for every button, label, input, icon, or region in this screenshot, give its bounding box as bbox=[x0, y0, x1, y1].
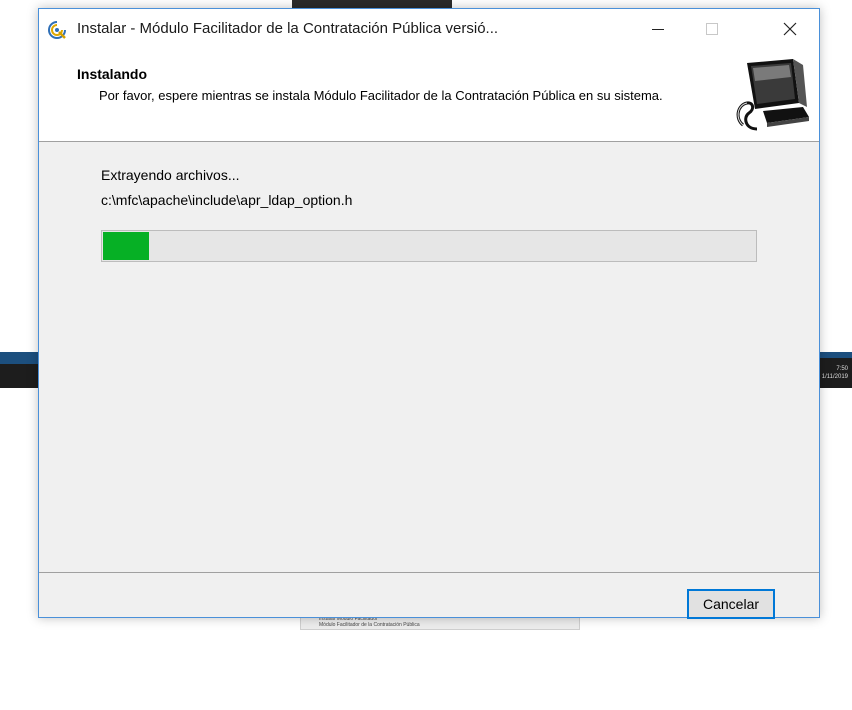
minimize-button[interactable] bbox=[635, 9, 681, 49]
page-description: Por favor, espere mientras se instala Mó… bbox=[99, 88, 663, 103]
cancel-button[interactable]: Cancelar bbox=[687, 589, 775, 619]
page-title: Instalando bbox=[77, 66, 148, 82]
close-icon bbox=[783, 22, 797, 36]
status-label: Extrayendo archivos... bbox=[101, 167, 240, 183]
installer-window: Instalar - Módulo Facilitador de la Cont… bbox=[38, 8, 820, 619]
current-file-path: c:\mfc\apache\include\apr_ldap_option.h bbox=[101, 192, 353, 208]
computer-installer-icon bbox=[733, 55, 813, 135]
background-document-left bbox=[0, 398, 41, 568]
footer-divider bbox=[39, 572, 819, 573]
background-time: 7:50 bbox=[836, 366, 848, 372]
title-bar[interactable]: Instalar - Módulo Facilitador de la Cont… bbox=[39, 9, 819, 49]
progress-bar-fill bbox=[103, 232, 149, 260]
wizard-header: Instalando Por favor, espere mientras se… bbox=[39, 49, 819, 142]
background-date: 1/11/2019 bbox=[821, 374, 848, 380]
background-title-left bbox=[0, 352, 40, 364]
setup-app-icon bbox=[47, 20, 67, 40]
close-button[interactable] bbox=[767, 9, 813, 49]
progress-bar bbox=[101, 230, 757, 262]
minimize-icon bbox=[652, 28, 664, 30]
maximize-icon bbox=[706, 23, 718, 35]
window-title: Instalar - Módulo Facilitador de la Cont… bbox=[77, 20, 499, 37]
wizard-body: Extrayendo archivos... c:\mfc\apache\inc… bbox=[39, 142, 819, 710]
maximize-button bbox=[689, 9, 735, 49]
